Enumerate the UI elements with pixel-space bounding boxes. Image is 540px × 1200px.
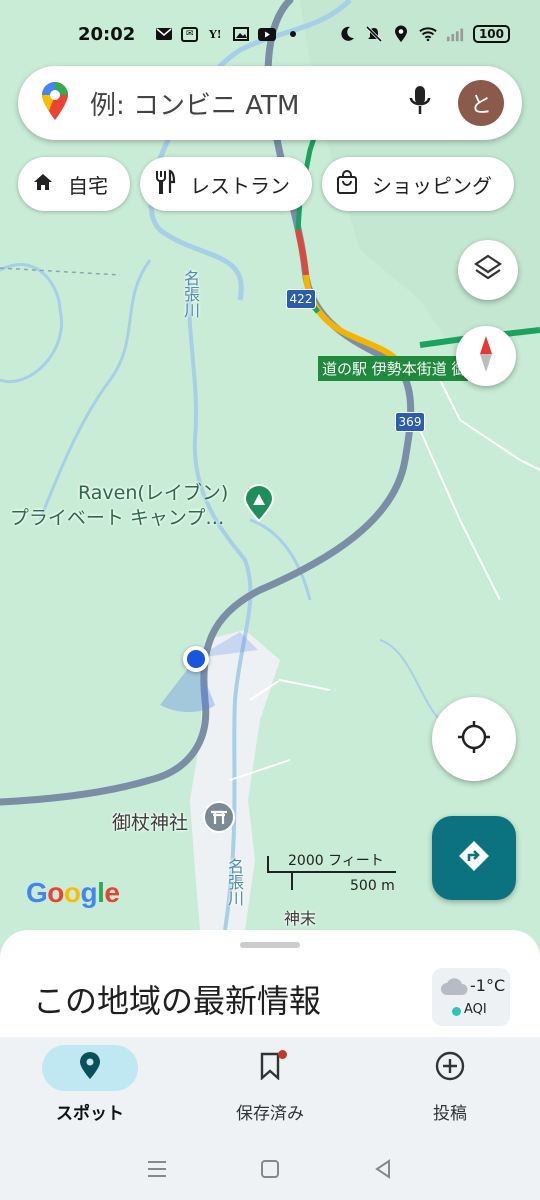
nav-explore-label: スポット [56,1104,124,1124]
crosshair-icon [456,719,492,759]
nav-explore[interactable]: スポット [0,1037,180,1137]
system-navigation-bar [0,1137,540,1200]
campsite-pin-icon[interactable] [242,484,276,523]
scale-metric-label: 500 m [350,878,395,894]
youtube-icon [258,26,277,42]
moon-icon [338,26,356,42]
sheet-title: この地域の最新情報 [33,982,322,1020]
chip-home[interactable]: 自宅 [18,157,130,211]
back-button[interactable] [363,1149,403,1189]
chat-icon: ✉ [181,26,199,42]
nav-saved[interactable]: 保存済み [180,1037,360,1137]
shrine-label[interactable]: 御杖神社 [112,808,188,835]
weather-temperature: -1°C [470,976,506,995]
weather-widget[interactable]: -1°C AQI [432,968,510,1026]
silent-icon [365,26,383,42]
battery-indicator: 100 [472,25,510,43]
sheet-drag-handle[interactable] [240,942,300,948]
bottom-navigation: スポット 保存済み 投稿 [0,1037,540,1137]
layers-icon [473,253,503,287]
town-label: 神末 [284,909,317,928]
restaurant-icon [154,168,176,200]
yahoo-icon: Y! [208,27,222,41]
aqi-status-dot [452,1007,461,1016]
chip-shopping[interactable]: ショッピング [322,157,514,211]
shrine-icon[interactable] [203,801,235,833]
aqi-label: AQI [464,1002,487,1017]
current-location-dot[interactable] [183,646,209,672]
home-icon [32,171,54,198]
chip-restaurant-label: レストラン [190,173,290,198]
route-shield-422: 422 [286,289,316,309]
route-shield-369: 369 [395,412,425,432]
dot-icon [284,26,302,42]
directions-button[interactable] [432,816,516,900]
poi-campsite-name-line1: Raven(レイブン) [78,482,229,504]
compass-icon [476,334,496,378]
account-avatar[interactable]: と [458,80,504,126]
status-time: 20:02 [78,23,136,45]
chip-restaurant[interactable]: レストラン [140,157,312,211]
add-circle-icon [434,1050,466,1087]
search-input[interactable]: 例: コンビニ ATM [90,85,408,122]
quick-filter-chips: 自宅 レストラン ショッピング [18,157,514,211]
wifi-icon [419,26,437,42]
poi-campsite-name-line2: プライベート キャンプ… [9,507,225,529]
nav-saved-label: 保存済み [236,1104,304,1124]
location-icon [392,25,410,42]
mail-icon [155,26,173,42]
microphone-icon[interactable] [408,84,432,122]
google-maps-pin-icon [40,81,70,125]
bottom-sheet[interactable]: この地域の最新情報 -1°C AQI [0,930,540,1050]
notification-badge-dot [278,1050,287,1059]
nav-contribute[interactable]: 投稿 [360,1037,540,1137]
poi-campsite-label[interactable]: Raven(レイブン) プライベート キャンプ… [6,481,228,531]
nav-contribute-label: 投稿 [433,1104,467,1124]
explore-pin-icon [79,1051,101,1085]
chip-home-label: 自宅 [68,173,108,198]
river-label-bottom: 名張川 [225,858,244,906]
home-button[interactable] [250,1149,290,1189]
river-label-top: 名張川 [181,270,200,318]
directions-icon [456,838,492,878]
google-logo: Google [26,877,120,908]
signal-icon [446,26,464,42]
scale-imperial-label: 2000 フィート [288,853,384,869]
my-location-button[interactable] [432,697,516,781]
status-bar: 20:02 ✉ Y! 100 [0,0,540,68]
recents-button[interactable] [137,1149,177,1189]
layers-button[interactable] [458,240,518,300]
search-bar[interactable]: 例: コンビニ ATM と [18,66,522,140]
roadside-station-label[interactable]: 道の駅 伊勢本街道 御杖 [318,356,468,381]
shopping-bag-icon [336,169,358,199]
cloud-icon [440,978,468,1000]
compass-button[interactable] [456,326,516,386]
chip-shopping-label: ショッピング [372,173,492,198]
map-scale: 2000 フィート 500 m [266,850,400,902]
image-icon [232,26,250,42]
